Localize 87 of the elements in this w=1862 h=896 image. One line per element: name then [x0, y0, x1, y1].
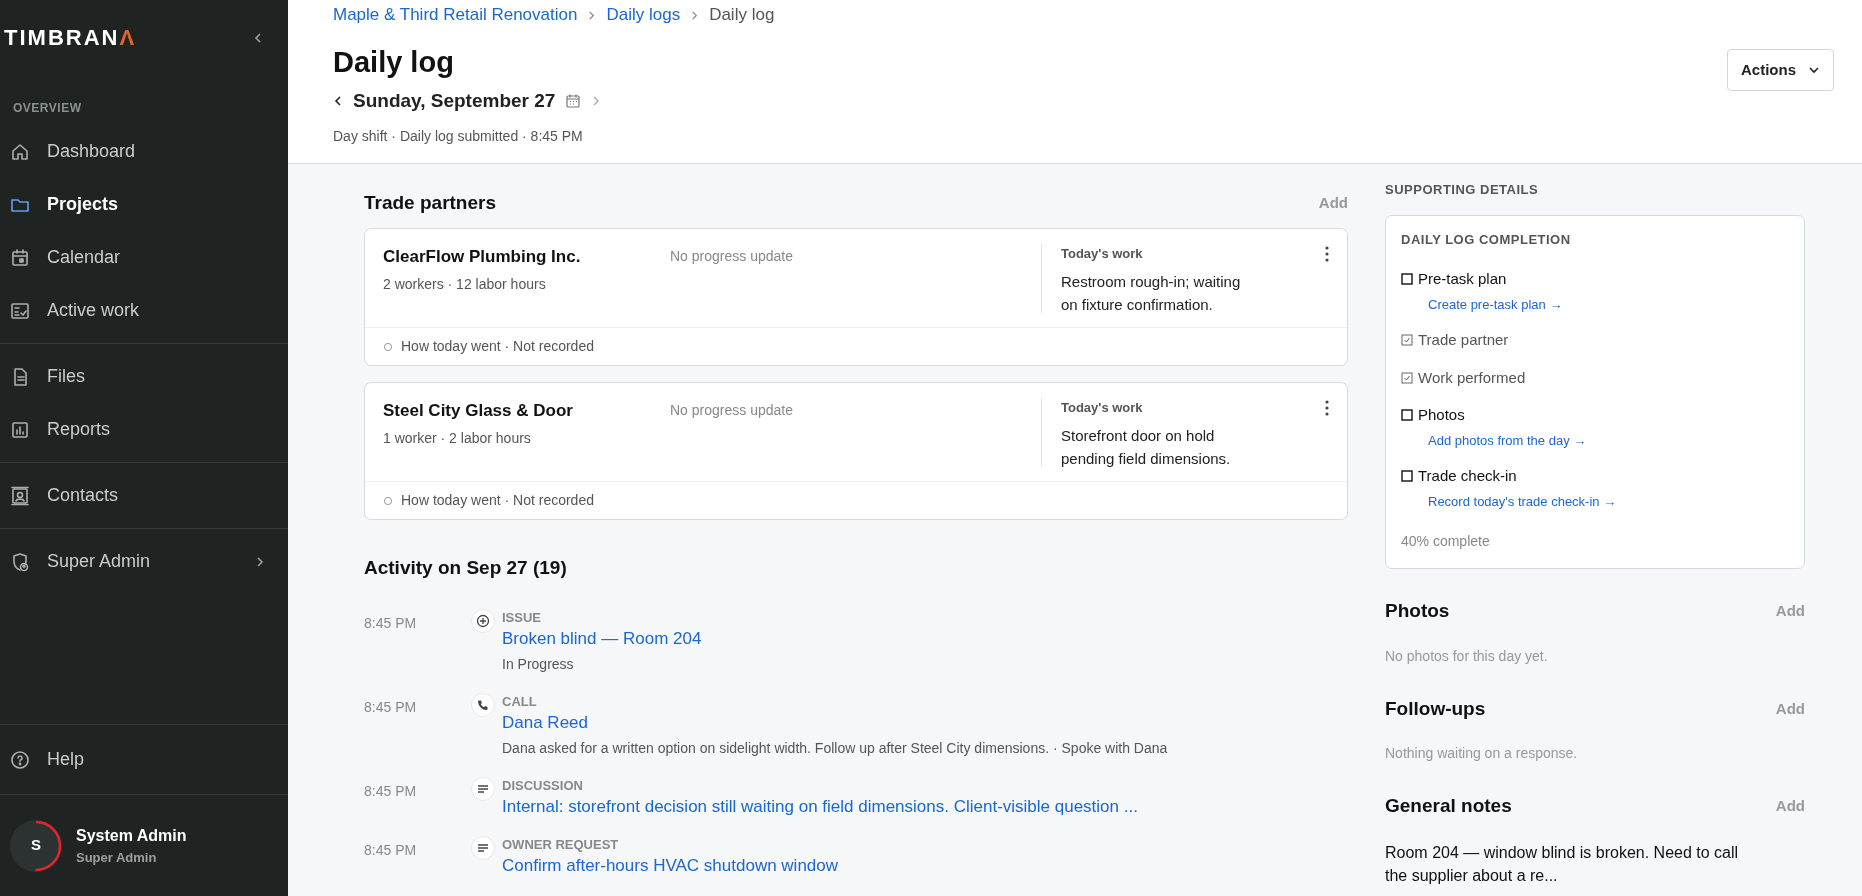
- bar-chart-icon: [10, 419, 30, 440]
- nav-item[interactable]: Dashboard: [0, 125, 288, 178]
- activity-time: 8:45 PM: [364, 840, 418, 860]
- chevron-down-icon: [1808, 64, 1820, 76]
- plus-circle-icon: [471, 608, 495, 633]
- checklist-label: Work performed: [1418, 367, 1526, 388]
- partner-meta: 2 workers · 12 labor hours: [383, 274, 547, 294]
- rating-status: How today went · Not recorded: [401, 337, 594, 356]
- work-description: Storefront door on hold pending field dimensions.: [1061, 425, 1232, 469]
- nav-item[interactable]: Reports: [0, 403, 288, 456]
- chevron-right-icon: [690, 10, 700, 20]
- work-label: Today's work: [1061, 399, 1143, 417]
- section-label: OVERVIEW: [12, 100, 83, 117]
- section-title: Photos: [1385, 599, 1450, 623]
- nav-item[interactable]: Projects: [0, 178, 288, 231]
- avatar: S: [10, 819, 62, 872]
- activity-time: 8:45 PM: [364, 781, 418, 801]
- checklist-link[interactable]: Record today's trade check-in →: [1401, 491, 1789, 511]
- section-title: Activity on Sep 27 (19): [364, 556, 568, 580]
- more-options-icon: [1325, 400, 1329, 416]
- help-link[interactable]: Help: [0, 724, 288, 794]
- checklist-icon: [10, 300, 30, 321]
- page-title: Daily log: [333, 45, 455, 79]
- rating-status: How today went · Not recorded: [401, 491, 594, 510]
- activity-type: ISSUE: [502, 608, 542, 627]
- checklist-label: Trade check-in: [1418, 466, 1517, 486]
- help-icon: [10, 749, 30, 770]
- activity-type: OWNER REQUEST: [502, 835, 620, 854]
- activity-time: 8:45 PM: [364, 697, 418, 717]
- nav-item[interactable]: Active work: [0, 284, 288, 337]
- calendar-icon: [565, 93, 582, 110]
- note-text: Room 204 — window blind is broken. Need to call the supplier about a re...: [1385, 842, 1740, 886]
- contact-card-icon: [10, 485, 30, 506]
- activity-link[interactable]: Confirm after-hours HVAC shutdown window: [502, 853, 839, 877]
- phone-icon: [471, 692, 495, 717]
- nav-item[interactable]: Calendar: [0, 231, 288, 284]
- card-title: DAILY LOG COMPLETION: [1401, 230, 1572, 249]
- breadcrumb-link[interactable]: Daily logs: [606, 2, 681, 28]
- section-title: Follow-ups: [1385, 696, 1486, 721]
- circle-icon: [383, 495, 393, 506]
- activity-type: CALL: [502, 692, 538, 711]
- chevron-right-icon: [587, 10, 597, 20]
- checklist-label: Photos: [1418, 405, 1465, 425]
- work-label: Today's work: [1061, 245, 1143, 263]
- breadcrumb-link[interactable]: Maple & Third Retail Renovation: [333, 2, 578, 28]
- checklist-label: Pre-task plan: [1418, 269, 1507, 289]
- section-title: Trade partners: [364, 190, 496, 215]
- user-name: System Admin: [76, 825, 187, 846]
- more-options-icon: [1325, 246, 1329, 262]
- progress-status: No progress update: [670, 402, 793, 418]
- circle-icon: [383, 341, 393, 352]
- lines-icon: [471, 776, 495, 801]
- checklist-link[interactable]: Create pre-task plan →: [1401, 294, 1789, 314]
- checklist-label: Trade partner: [1418, 330, 1509, 350]
- empty-message: Nothing waiting on a response.: [1385, 744, 1579, 763]
- section-label: SUPPORTING DETAILS: [1385, 181, 1540, 199]
- user-role: Super Admin: [76, 848, 158, 867]
- checklist-link[interactable]: Add photos from the day →: [1401, 430, 1789, 450]
- completion-summary: 40% complete: [1401, 532, 1491, 551]
- date-label: Sunday, September 27: [353, 89, 556, 113]
- section-title: General notes: [1385, 794, 1512, 818]
- partner-meta: 1 worker · 2 labor hours: [383, 428, 532, 448]
- activity-detail: Dana asked for a written option on sidelight width. Follow up after Steel City dimensions. · Spoke with Dana: [502, 738, 1168, 758]
- breadcrumb-current: Daily log: [709, 4, 775, 27]
- nav-item[interactable]: Files: [0, 350, 288, 403]
- collapse-chevron-icon: [252, 31, 264, 44]
- empty-message: No photos for this day yet.: [1385, 646, 1549, 666]
- work-description: Restroom rough-in; waiting on fixture confirmation.: [1061, 271, 1242, 315]
- activity-link[interactable]: Broken blind — Room 204: [502, 626, 702, 650]
- activity-link[interactable]: Internal: storefront decision still waiting on field dimensions. Client-visible question ...: [502, 794, 1138, 818]
- activity-type: DISCUSSION: [502, 776, 584, 795]
- activity-time: 8:45 PM: [364, 613, 418, 633]
- partner-name: ClearFlow Plumbing Inc.: [383, 246, 582, 268]
- nav-item[interactable]: Super Admin: [0, 535, 288, 588]
- progress-status: No progress update: [670, 248, 793, 264]
- actions-button[interactable]: Actions: [1727, 49, 1834, 91]
- nav-item[interactable]: Contacts: [0, 469, 288, 522]
- lines-icon: [471, 835, 495, 860]
- house-icon: [10, 141, 30, 162]
- shift-summary: Day shift · Daily log submitted · 8:45 PM: [333, 126, 584, 146]
- shield-person-icon: [10, 551, 30, 572]
- chevron-left-icon: [333, 96, 343, 107]
- activity-link[interactable]: Dana Reed: [502, 710, 1168, 734]
- calendar-icon: [10, 247, 30, 268]
- logo: TIMBRANΛ: [4, 24, 137, 52]
- partner-name: Steel City Glass & Door: [383, 400, 574, 422]
- activity-detail: In Progress: [502, 654, 575, 674]
